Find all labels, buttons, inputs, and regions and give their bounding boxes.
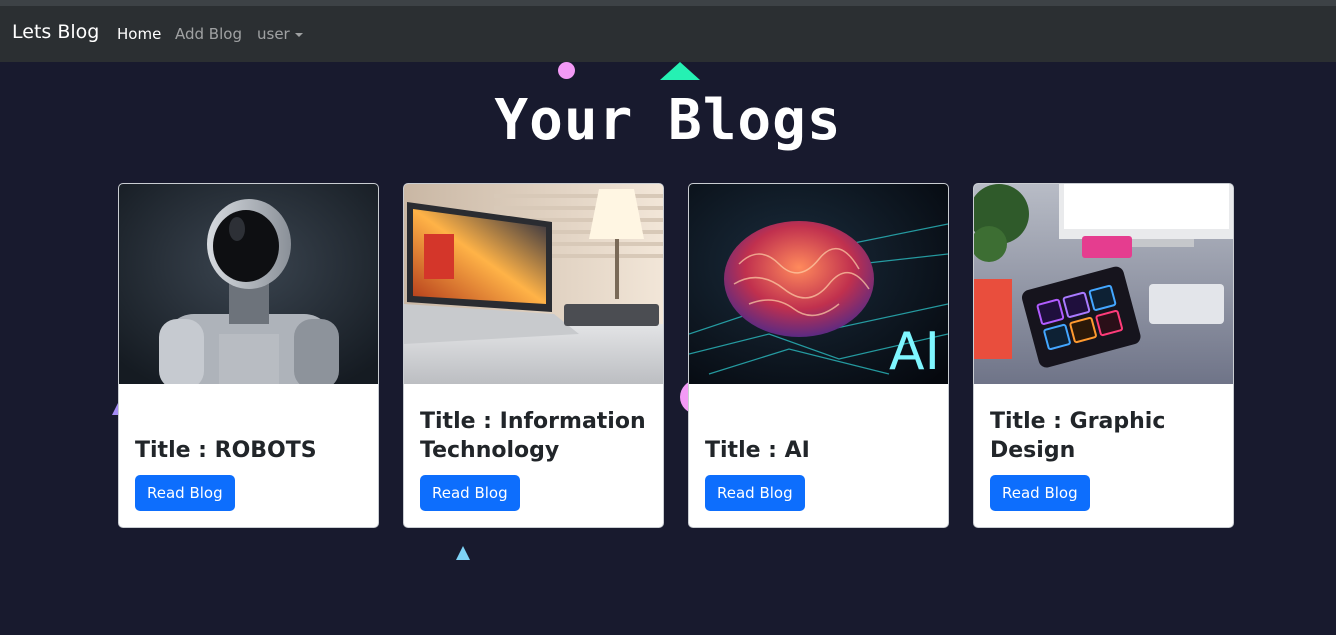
chevron-down-icon[interactable]: [295, 33, 303, 37]
laptop-desk-image: [404, 184, 663, 384]
robot-image: [119, 184, 378, 384]
read-blog-button[interactable]: Read Blog: [135, 475, 235, 511]
blog-card: Title : Graphic Design Read Blog: [973, 183, 1234, 528]
design-workspace-image: [974, 184, 1233, 384]
nav-add-blog-link[interactable]: Add Blog: [175, 25, 242, 43]
nav-user-dropdown[interactable]: user: [257, 25, 290, 43]
nav-home-link[interactable]: Home: [117, 25, 161, 43]
decorative-triangle: [660, 62, 700, 80]
decorative-circle: [558, 62, 575, 79]
read-blog-button[interactable]: Read Blog: [705, 475, 805, 511]
read-blog-button[interactable]: Read Blog: [420, 475, 520, 511]
blog-card: Title : Information Technology Read Blog: [403, 183, 664, 528]
card-title: Title : ROBOTS: [135, 438, 317, 463]
card-title: Title : Information Technology: [420, 409, 646, 463]
svg-text:AI: AI: [889, 322, 940, 382]
blog-card: AI Title : AI Read Blog: [688, 183, 949, 528]
decorative-triangle: [456, 546, 470, 560]
card-title: Title : AI: [705, 438, 810, 463]
ai-brain-image: AI: [689, 184, 948, 384]
top-navbar: Lets Blog Home Add Blog user: [0, 6, 1336, 62]
blurred-background-text: [1062, 573, 1302, 621]
card-title: Title : Graphic Design: [990, 409, 1166, 463]
read-blog-button[interactable]: Read Blog: [990, 475, 1090, 511]
blog-card: Title : ROBOTS Read Blog: [118, 183, 379, 528]
brand-logo-link[interactable]: Lets Blog: [12, 21, 99, 43]
page-title: Your Blogs: [494, 88, 842, 153]
